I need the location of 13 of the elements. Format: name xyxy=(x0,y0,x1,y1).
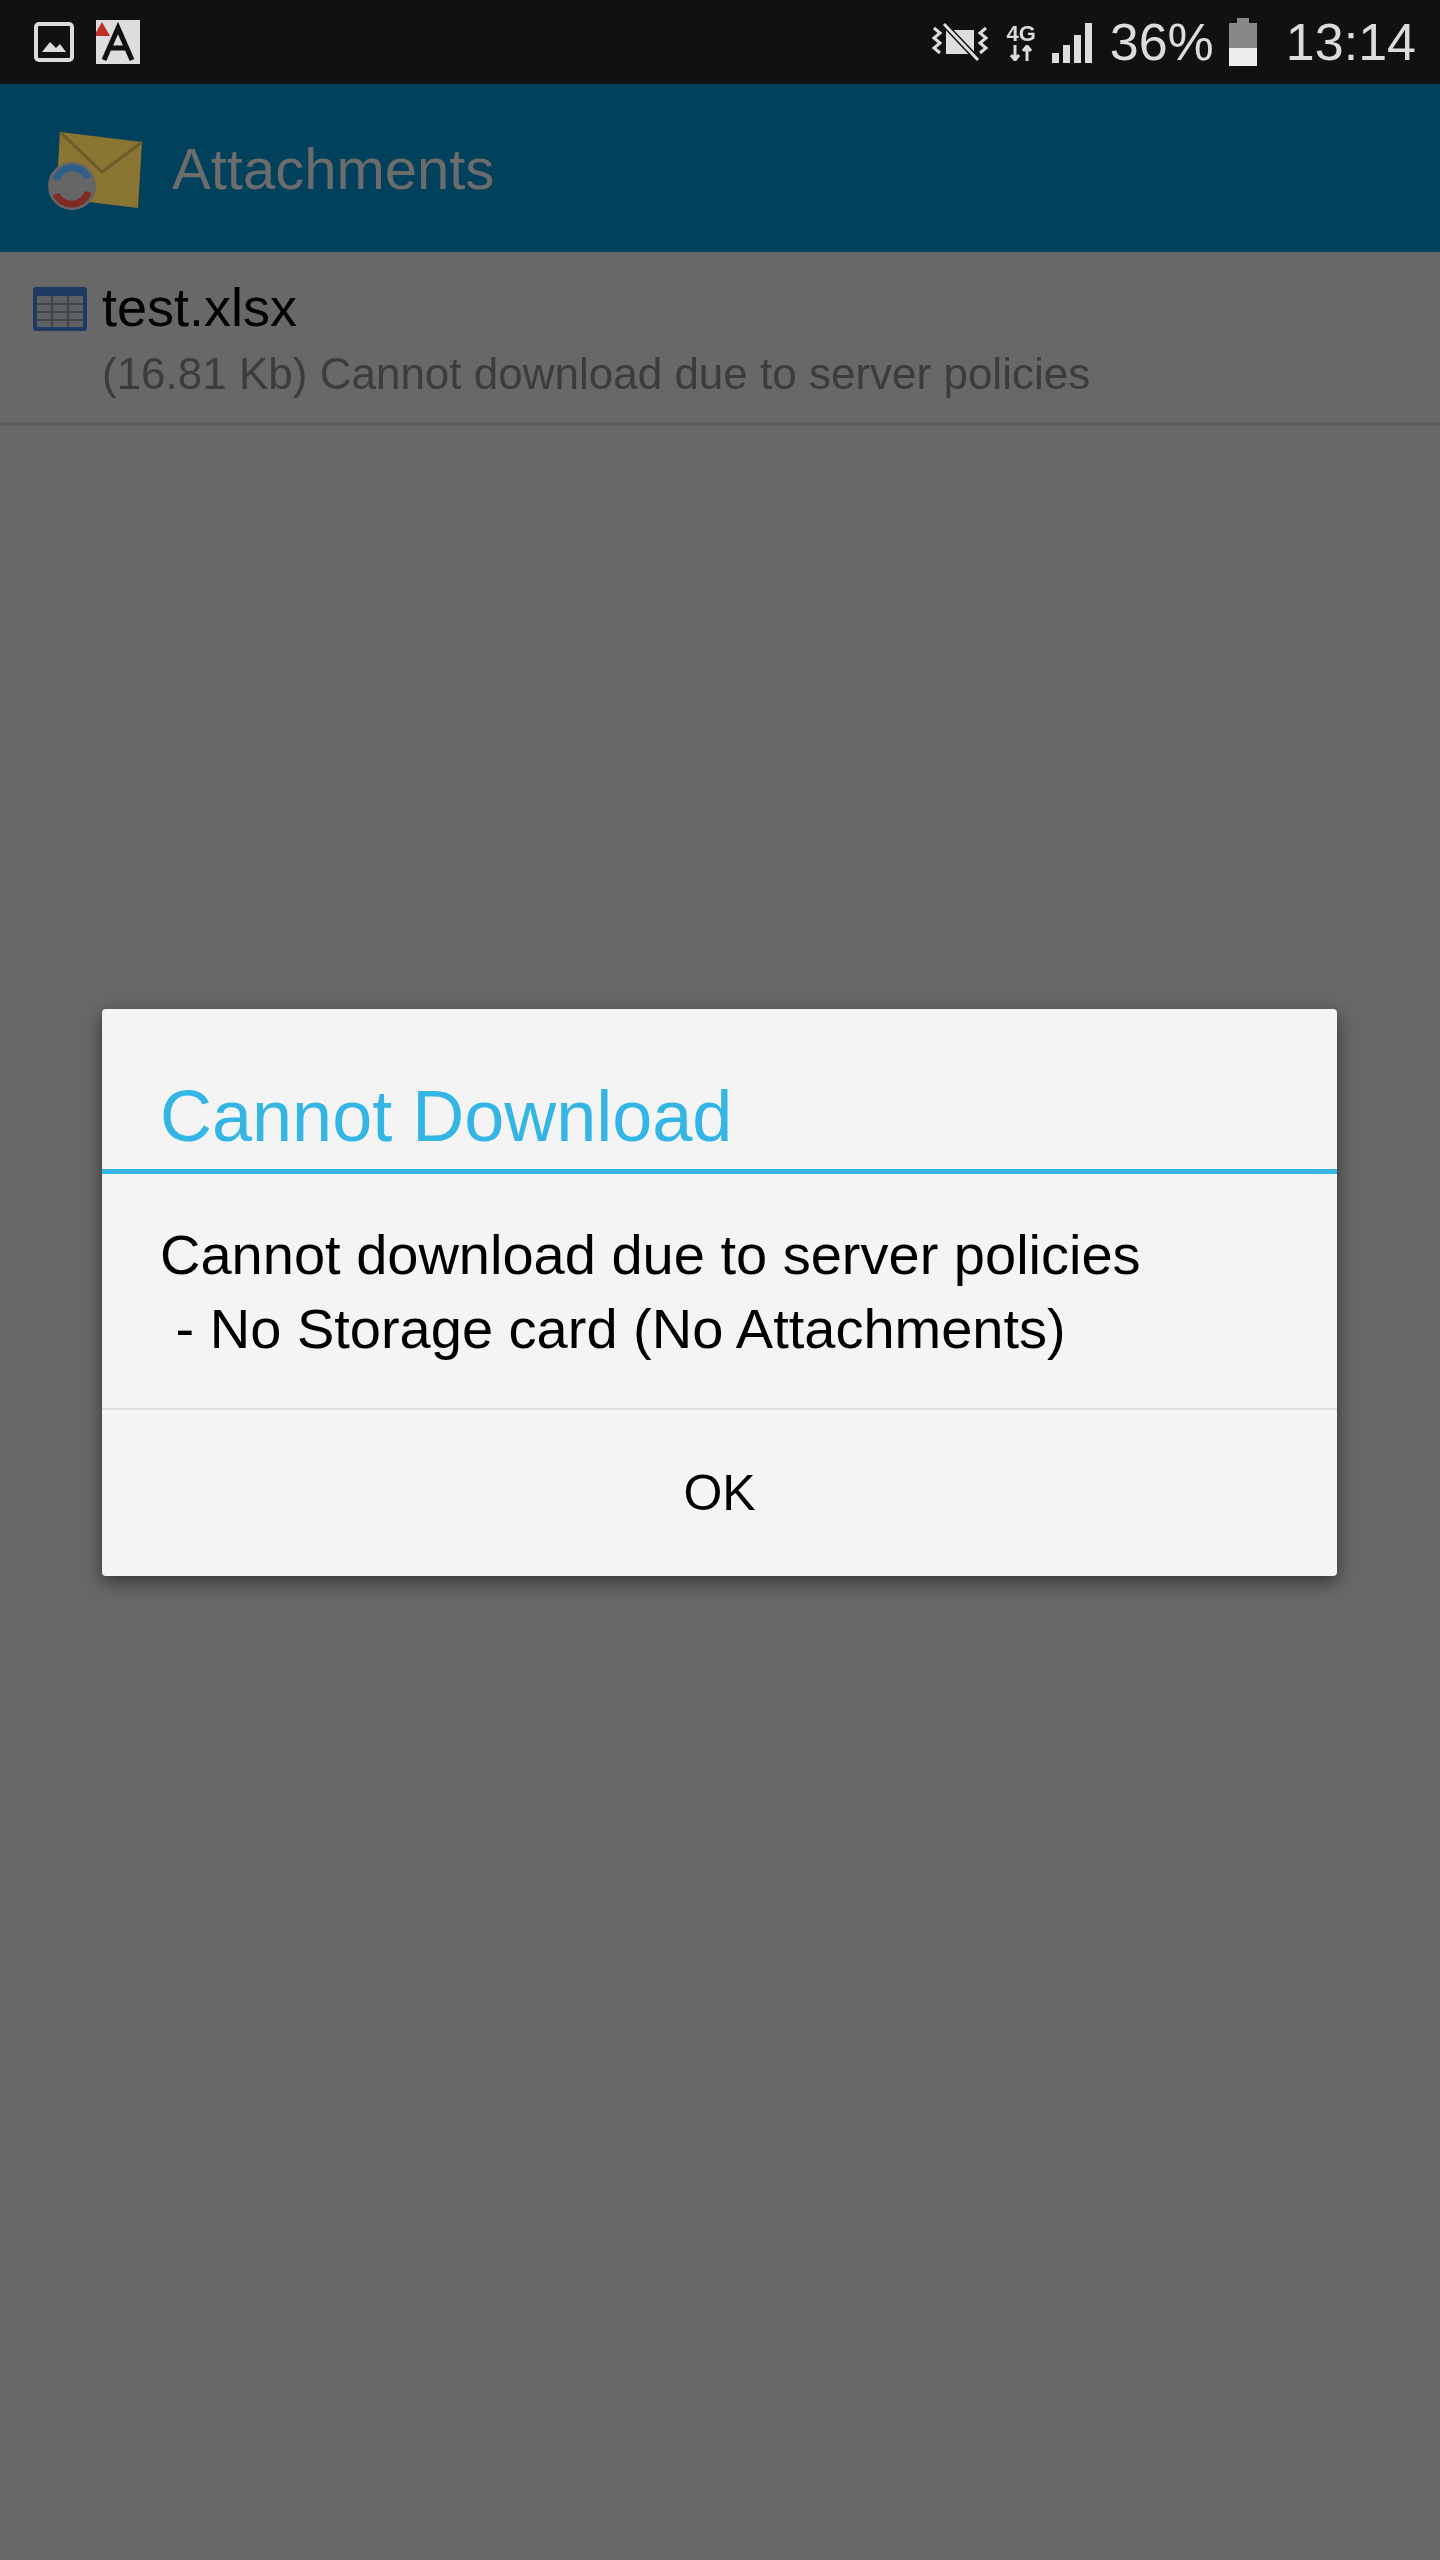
battery-percent: 36% xyxy=(1109,12,1214,72)
ok-button[interactable]: OK xyxy=(102,1410,1337,1576)
screen-title: Attachments xyxy=(172,134,495,202)
network-type-text: 4G xyxy=(1006,23,1036,45)
data-arrows-icon xyxy=(1009,45,1034,61)
image-icon xyxy=(34,22,74,62)
clock-time: 13:14 xyxy=(1285,12,1416,72)
spreadsheet-icon xyxy=(32,286,88,332)
battery-icon xyxy=(1227,18,1258,66)
file-name[interactable]: test.xlsx xyxy=(102,274,1091,340)
warning-text-icon xyxy=(96,20,140,64)
dialog-message: Cannot download due to server policies - No Storage card (No Attachments) xyxy=(102,1174,1337,1410)
dialog-title: Cannot Download xyxy=(159,1075,734,1158)
